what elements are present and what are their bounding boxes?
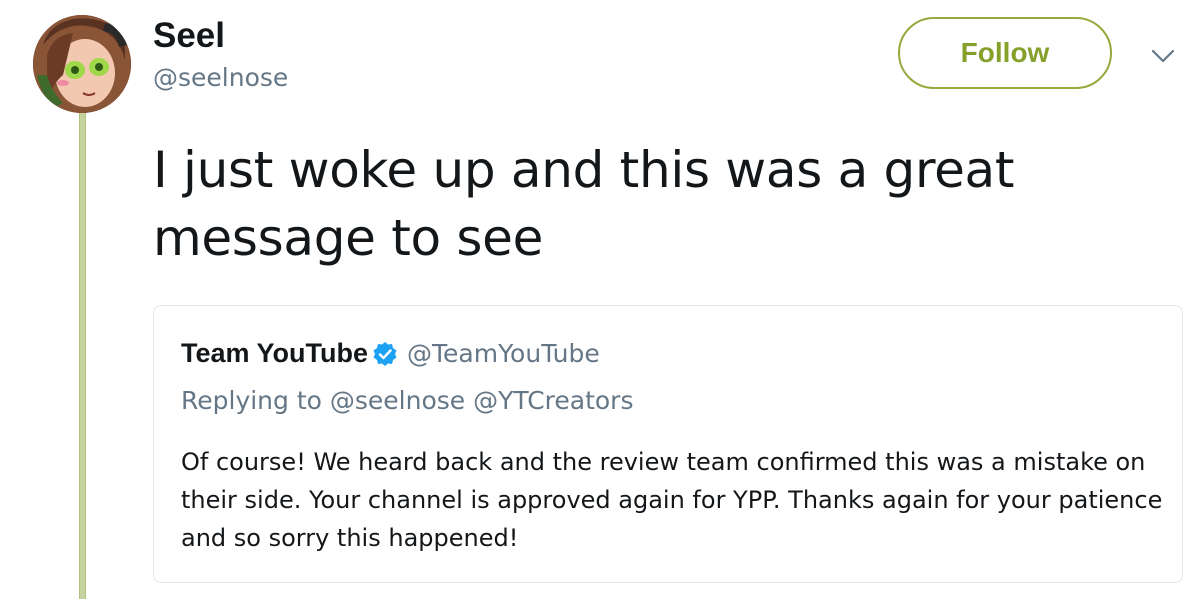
- tweet-text: I just woke up and this was a great mess…: [153, 141, 1015, 267]
- author-display-name[interactable]: Seel: [153, 14, 225, 58]
- chevron-down-icon[interactable]: [1150, 46, 1176, 66]
- user-avatar[interactable]: [33, 15, 131, 113]
- quoted-author-name: Team YouTube: [181, 338, 369, 368]
- replying-to-line: Replying to @seelnose @YTCreators: [181, 386, 634, 415]
- follow-button[interactable]: Follow: [898, 17, 1112, 89]
- quoted-tweet-card[interactable]: Team YouTube @TeamYouTube Replying to @s…: [153, 305, 1183, 583]
- tweet-page: Seel @seelnose Follow I just woke up and…: [0, 0, 1200, 599]
- verified-badge-icon: [372, 341, 398, 367]
- quoted-tweet-text: Of course! We heard back and the review …: [181, 448, 1163, 552]
- quoted-tweet-header: Team YouTube @TeamYouTube: [181, 338, 600, 369]
- author-handle[interactable]: @seelnose: [153, 62, 288, 94]
- thread-line: [79, 112, 86, 599]
- quoted-author-handle: @TeamYouTube: [407, 339, 600, 368]
